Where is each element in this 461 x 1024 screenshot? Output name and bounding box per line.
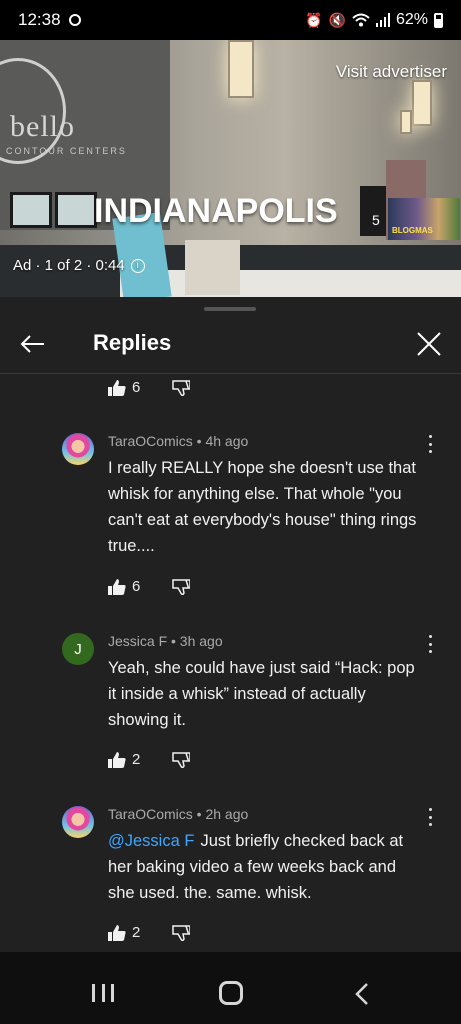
avatar-image xyxy=(62,806,94,838)
status-time: 12:38 xyxy=(18,10,61,29)
notification-icon xyxy=(68,14,81,26)
ad-headline-number: 5 xyxy=(372,212,380,228)
replies-header: Replies xyxy=(0,317,461,374)
more-options-icon[interactable] xyxy=(426,435,434,453)
battery-icon xyxy=(434,12,443,28)
comment-meta[interactable]: TaraOComics • 4h ago xyxy=(108,433,248,449)
like-count: 6 xyxy=(132,578,141,595)
like-row: 6 xyxy=(108,379,191,396)
battery-percent: 62% xyxy=(395,11,428,28)
wifi-icon xyxy=(352,13,370,27)
thumbs-up-icon[interactable] xyxy=(108,578,126,595)
close-icon[interactable] xyxy=(415,327,443,361)
avatar[interactable]: J xyxy=(62,633,94,665)
avatar[interactable] xyxy=(62,806,94,838)
mention-link[interactable]: @Jessica F xyxy=(108,832,194,850)
like-count: 6 xyxy=(132,379,141,396)
wall-frame xyxy=(10,192,52,228)
thumbs-up-icon[interactable] xyxy=(108,924,126,941)
info-icon[interactable]: i xyxy=(130,258,145,273)
ad-headline: INDIANAPOLIS xyxy=(94,192,338,230)
like-row: 6 xyxy=(108,578,191,595)
thumbs-down-icon[interactable] xyxy=(172,379,191,396)
home-icon[interactable] xyxy=(219,981,243,1005)
thumbs-up-icon[interactable] xyxy=(108,379,126,396)
back-arrow-icon[interactable] xyxy=(16,327,50,361)
recents-icon[interactable] xyxy=(92,984,114,1002)
avatar-image xyxy=(62,433,94,465)
status-bar: 12:38 ⏰ 🔇 62% xyxy=(0,0,461,40)
thumbnail-tag: BLOGMAS xyxy=(392,226,433,235)
more-options-icon[interactable] xyxy=(426,635,434,653)
more-options-icon[interactable] xyxy=(426,808,434,826)
ad-info: Ad · 1 of 2 · 0:44 i xyxy=(13,257,145,274)
comment-text: Yeah, she could have just said “Hack: po… xyxy=(108,659,415,729)
like-row: 2 xyxy=(108,751,191,768)
visit-advertiser-button[interactable]: Visit advertiser xyxy=(336,62,447,82)
like-count: 2 xyxy=(132,924,141,941)
comment-meta[interactable]: Jessica F • 3h ago xyxy=(108,633,223,649)
drag-handle[interactable] xyxy=(204,307,256,311)
thumbs-down-icon[interactable] xyxy=(172,751,191,768)
pendant-lamp xyxy=(412,80,432,126)
comment-meta[interactable]: TaraOComics • 2h ago xyxy=(108,806,248,822)
page-title: Replies xyxy=(93,330,172,355)
video-ad-player[interactable]: bello CONTOUR CENTERS INDIANAPOLIS 5 BLO… xyxy=(0,40,461,297)
pendant-lamp xyxy=(228,40,254,98)
thumbs-down-icon[interactable] xyxy=(172,924,191,941)
logo-subtitle: CONTOUR CENTERS xyxy=(6,146,127,156)
ad-progress-text: Ad · 1 of 2 · 0:44 xyxy=(13,257,125,274)
thumbs-up-icon[interactable] xyxy=(108,751,126,768)
alarm-icon: ⏰ xyxy=(305,11,323,28)
comment-text: I really REALLY hope she doesn't use tha… xyxy=(108,459,417,555)
signal-icon xyxy=(375,13,390,27)
like-row: 2 xyxy=(108,924,191,941)
like-count: 2 xyxy=(132,751,141,768)
wall-frame xyxy=(55,192,97,228)
logo-brand: bello xyxy=(10,110,75,143)
thumbs-down-icon[interactable] xyxy=(172,578,191,595)
comment-text: @Jessica F Just briefly checked back at h… xyxy=(108,828,423,906)
card-holder xyxy=(185,240,240,295)
mute-icon: 🔇 xyxy=(328,11,346,28)
replies-sheet: Replies 6 TaraOComics • 4h ago I really … xyxy=(0,297,461,952)
back-icon[interactable] xyxy=(352,982,372,1006)
system-nav-bar xyxy=(0,952,461,1024)
pendant-lamp xyxy=(400,110,412,134)
avatar[interactable] xyxy=(62,433,94,465)
